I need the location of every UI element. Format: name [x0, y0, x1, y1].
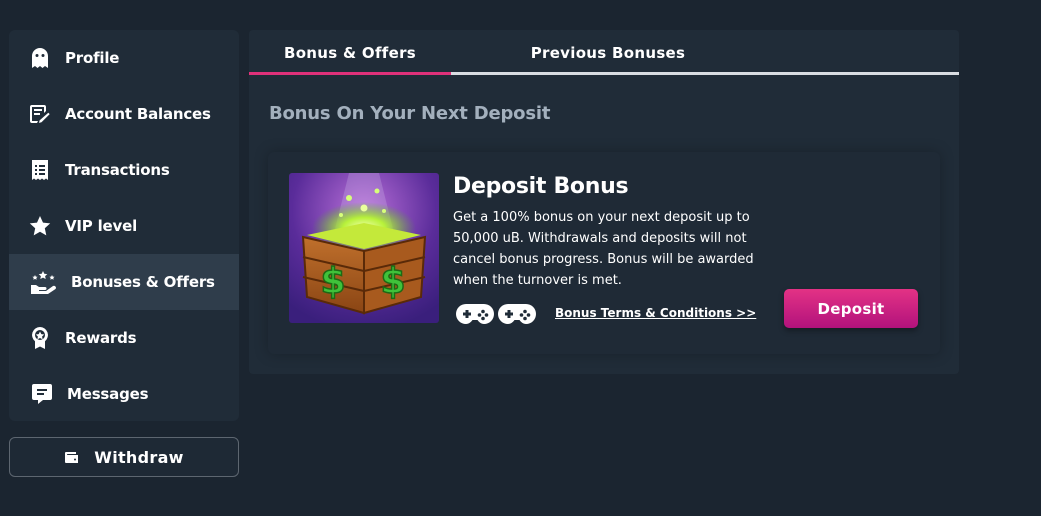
sidebar-item-bonuses-offers[interactable]: Bonuses & Offers — [9, 254, 239, 310]
withdraw-label: Withdraw — [94, 447, 184, 467]
sidebar-item-profile[interactable]: Profile — [9, 30, 239, 86]
receipt-icon — [28, 158, 52, 182]
deposit-button[interactable]: Deposit — [784, 289, 918, 328]
bonus-panel: Bonus & Offers Previous Bonuses Bonus On… — [249, 30, 959, 374]
sidebar-item-label: Rewards — [65, 329, 137, 347]
card-title: Deposit Bonus — [453, 174, 629, 199]
section-title: Bonus On Your Next Deposit — [269, 103, 551, 124]
medal-icon — [28, 326, 52, 350]
sidebar-item-vip-level[interactable]: VIP level — [9, 198, 239, 254]
svg-text:$: $ — [320, 261, 345, 302]
tab-label: Previous Bonuses — [530, 44, 686, 62]
tab-bonus-offers[interactable]: Bonus & Offers — [249, 30, 451, 76]
sidebar-item-messages[interactable]: Messages — [9, 366, 239, 421]
sidebar-item-label: VIP level — [65, 217, 138, 235]
gamepad-icon — [498, 302, 536, 326]
game-icons — [456, 302, 536, 326]
sidebar-item-rewards[interactable]: Rewards — [9, 310, 239, 366]
sidebar-item-account-balances[interactable]: Account Balances — [9, 86, 239, 142]
hand-stars-icon — [30, 270, 58, 294]
bonus-terms-link[interactable]: Bonus Terms & Conditions >> — [555, 306, 756, 320]
sidebar: Profile Account Balances Transactions VI… — [9, 30, 239, 421]
tab-previous-bonuses[interactable]: Previous Bonuses — [451, 30, 959, 76]
sidebar-item-transactions[interactable]: Transactions — [9, 142, 239, 198]
deposit-bonus-card: $ $ Deposit Bonus Get a 100% bonus on yo… — [268, 152, 940, 354]
card-description: Get a 100% bonus on your next deposit up… — [453, 210, 754, 288]
sidebar-item-label: Bonuses & Offers — [71, 273, 215, 291]
ghost-icon — [28, 46, 52, 70]
tab-active-indicator — [249, 72, 451, 75]
sidebar-item-label: Profile — [65, 49, 120, 67]
sidebar-item-label: Transactions — [65, 161, 170, 179]
treasure-chest-icon: $ $ — [289, 173, 439, 323]
sidebar-item-label: Messages — [67, 385, 149, 403]
withdraw-button[interactable]: Withdraw — [9, 437, 239, 477]
star-icon — [28, 214, 52, 238]
tab-label: Bonus & Offers — [283, 44, 417, 62]
sidebar-item-label: Account Balances — [65, 105, 211, 123]
chat-icon — [30, 382, 54, 406]
edit-note-icon — [28, 102, 52, 126]
svg-text:$: $ — [380, 261, 405, 302]
gamepad-icon — [456, 302, 494, 326]
wallet-icon — [65, 452, 79, 463]
tab-bar: Bonus & Offers Previous Bonuses — [249, 30, 959, 76]
tab-divider — [451, 72, 959, 75]
